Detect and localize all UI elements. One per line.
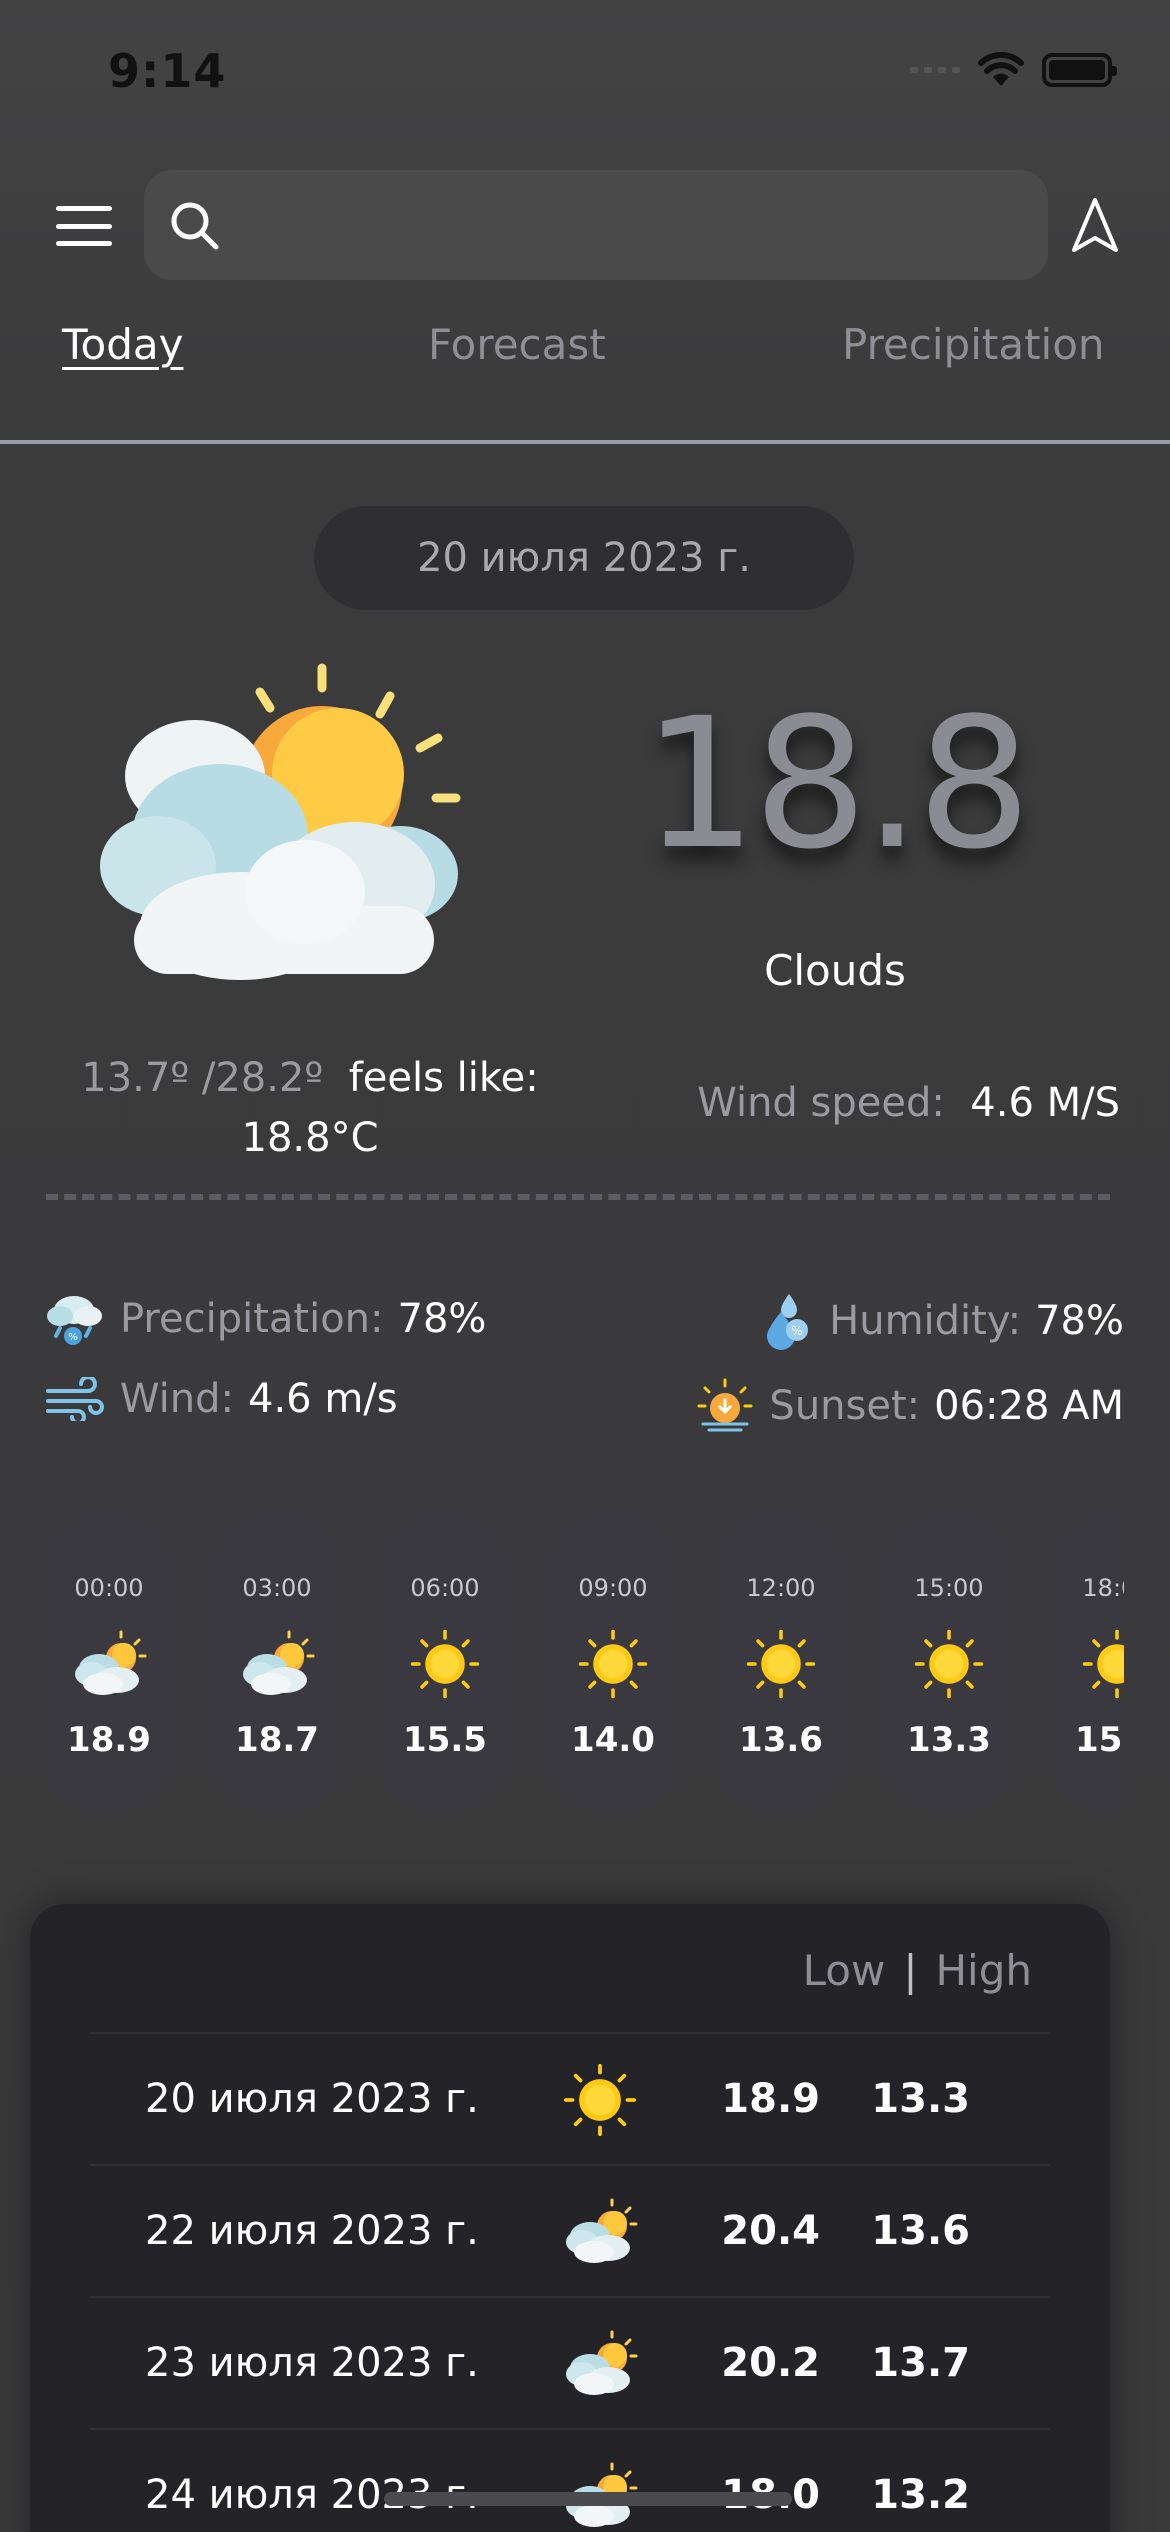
section-divider xyxy=(46,1194,1110,1200)
table-row[interactable]: 22 июля 2023 г. 20.4 13.6 xyxy=(90,2164,1050,2296)
wind-detail: Wind: 4.6 m/s xyxy=(44,1376,398,1422)
sun-icon xyxy=(573,1628,653,1700)
partly-cloudy-icon xyxy=(69,1628,149,1700)
svg-text:%: % xyxy=(68,1332,78,1343)
partly-cloudy-icon xyxy=(560,2194,640,2270)
weather-screen: 9:14 Today Forecast Precipitation 20 июл… xyxy=(0,0,1170,2532)
hourly-card[interactable]: 03:00 18.7 xyxy=(208,1516,346,1812)
row-high: 13.7 xyxy=(871,2340,970,2386)
menu-icon[interactable] xyxy=(56,206,112,246)
hour-temp: 18.7 xyxy=(235,1720,319,1760)
status-time: 9:14 xyxy=(108,44,227,98)
wifi-icon xyxy=(978,52,1024,86)
row-low: 20.4 xyxy=(721,2208,820,2254)
wind-label: Wind: xyxy=(120,1376,235,1422)
table-row[interactable]: 24 июля 2023 г. 18.0 13.2 xyxy=(90,2428,1050,2532)
sunset-value: 06:28 AM xyxy=(934,1383,1124,1429)
row-low: 20.2 xyxy=(721,2340,820,2386)
tab-divider xyxy=(0,440,1170,444)
home-indicator[interactable] xyxy=(384,2492,792,2506)
location-arrow-icon[interactable] xyxy=(1070,196,1120,254)
hour-time: 06:00 xyxy=(410,1574,480,1602)
hourly-card[interactable]: 15:00 13.3 xyxy=(880,1516,1018,1812)
temp-range: 13.7º /28.2º xyxy=(81,1055,324,1101)
hour-time: 15:00 xyxy=(914,1574,984,1602)
weather-condition: Clouds xyxy=(764,946,906,995)
tab-forecast[interactable]: Forecast xyxy=(428,320,606,369)
sunset-detail: Sunset: 06:28 AM xyxy=(695,1376,1124,1436)
humidity-detail: % Humidity: 78% xyxy=(759,1290,1124,1352)
humidity-label: Humidity: xyxy=(829,1298,1022,1344)
partly-cloudy-icon xyxy=(560,2326,640,2402)
row-high: 13.2 xyxy=(871,2472,970,2518)
row-date: 23 июля 2023 г. xyxy=(145,2340,479,2386)
hourly-card[interactable]: 09:00 14.0 xyxy=(544,1516,682,1812)
table-row[interactable]: 23 июля 2023 г. 20.2 13.7 xyxy=(90,2296,1050,2428)
svg-text:%: % xyxy=(791,1324,802,1338)
date-pill[interactable]: 20 июля 2023 г. xyxy=(314,506,854,610)
sunset-icon xyxy=(697,1378,753,1432)
sun-icon xyxy=(405,1628,485,1700)
row-date: 20 июля 2023 г. xyxy=(145,2076,479,2122)
wind-speed-value: 4.6 M/S xyxy=(970,1080,1120,1126)
precipitation-value: 78% xyxy=(397,1296,487,1342)
hourly-card[interactable]: 12:00 13.6 xyxy=(712,1516,850,1812)
rain-cloud-icon: % xyxy=(47,1296,102,1345)
humidity-value: 78% xyxy=(1035,1298,1124,1344)
hour-time: 03:00 xyxy=(242,1574,312,1602)
hour-temp: 18.9 xyxy=(67,1720,151,1760)
daily-forecast-table: Low | High 20 июля 2023 г. 18.9 13.3 22 ию… xyxy=(30,1904,1110,2532)
sunset-label: Sunset: xyxy=(769,1383,921,1429)
row-high: 13.3 xyxy=(871,2076,970,2122)
tab-precipitation[interactable]: Precipitation xyxy=(842,320,1105,369)
hourly-forecast-strip[interactable]: 00:00 18.9 03:00 18.7 06:00 15.5 09:00 1… xyxy=(40,1516,1124,1816)
partly-cloudy-icon xyxy=(100,663,461,980)
hourly-card[interactable]: 18:00 15.5 xyxy=(1048,1516,1124,1812)
low-header: Low xyxy=(802,1946,886,1995)
search-icon xyxy=(171,202,219,250)
tab-bar: Today Forecast Precipitation xyxy=(0,320,1170,390)
cellular-signal-icon xyxy=(910,67,960,73)
hourly-card[interactable]: 06:00 15.5 xyxy=(376,1516,514,1812)
hour-time: 09:00 xyxy=(578,1574,648,1602)
precipitation-detail: % Precipitation: 78% xyxy=(44,1290,486,1348)
high-header: High xyxy=(935,1946,1032,1995)
temp-range-feels-like: 13.7º /28.2º feels like: 18.8°C xyxy=(60,1048,560,1168)
precipitation-label: Precipitation: xyxy=(120,1296,384,1342)
wind-icon xyxy=(46,1377,104,1421)
hourly-card[interactable]: 00:00 18.9 xyxy=(40,1516,178,1812)
header-separator: | xyxy=(903,1946,918,1995)
hour-temp: 13.3 xyxy=(907,1720,991,1760)
row-date: 22 июля 2023 г. xyxy=(145,2208,479,2254)
hour-time: 12:00 xyxy=(746,1574,816,1602)
partly-cloudy-icon xyxy=(237,1628,317,1700)
wind-speed-label: Wind speed: xyxy=(697,1080,945,1126)
sun-icon xyxy=(560,2062,640,2138)
wind-value: 4.6 m/s xyxy=(248,1376,398,1422)
sun-icon xyxy=(909,1628,989,1700)
row-low: 18.9 xyxy=(721,2076,820,2122)
hour-temp: 14.0 xyxy=(571,1720,655,1760)
current-temperature: 18.8 xyxy=(642,680,1032,889)
wind-speed: Wind speed: 4.6 M/S xyxy=(620,1080,1120,1126)
hour-time: 18:00 xyxy=(1082,1574,1124,1602)
hour-temp: 13.6 xyxy=(739,1720,823,1760)
status-icons xyxy=(910,52,1117,88)
battery-icon xyxy=(1042,53,1117,87)
search-bar[interactable] xyxy=(144,170,1048,280)
feels-like-label: feels like: xyxy=(348,1055,539,1101)
search-input[interactable] xyxy=(222,170,1048,280)
tab-today[interactable]: Today xyxy=(62,320,183,369)
hour-time: 00:00 xyxy=(74,1574,144,1602)
sun-icon xyxy=(741,1628,821,1700)
feels-like-value: 18.8°C xyxy=(241,1115,379,1161)
humidity-drops-icon: % xyxy=(767,1294,809,1350)
row-high: 13.6 xyxy=(871,2208,970,2254)
sun-icon xyxy=(1077,1628,1124,1700)
table-row[interactable]: 20 июля 2023 г. 18.9 13.3 xyxy=(90,2032,1050,2164)
hour-temp: 15.5 xyxy=(403,1720,487,1760)
hour-temp: 15.5 xyxy=(1075,1720,1124,1760)
table-header: Low | High xyxy=(803,1946,1032,1995)
